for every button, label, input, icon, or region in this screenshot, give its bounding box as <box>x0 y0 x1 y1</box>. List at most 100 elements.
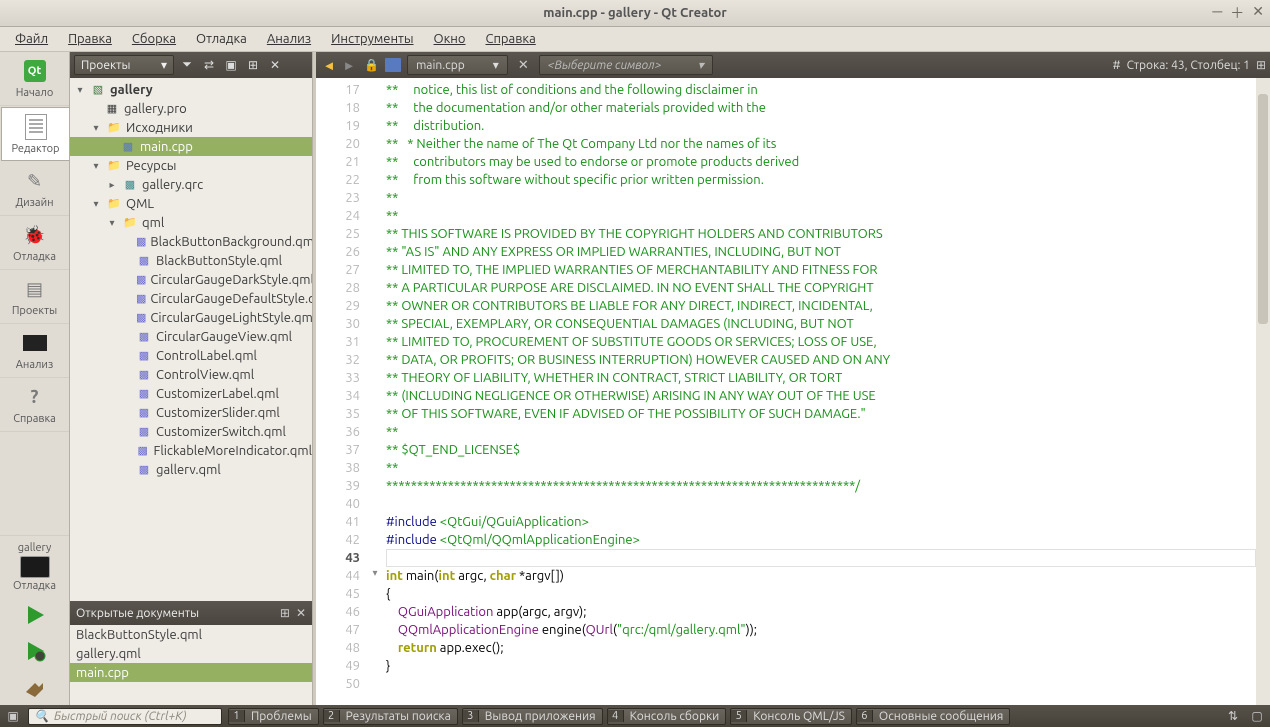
menu-analyze[interactable]: Анализ <box>258 29 320 49</box>
hash-icon[interactable]: # <box>1113 59 1121 72</box>
mode-start[interactable]: QtНачало <box>0 52 69 106</box>
target-selector[interactable]: gallery Отладка <box>0 535 69 597</box>
close-icon[interactable]: ✕ <box>296 606 306 620</box>
tree-qml-folder[interactable]: ▾📁qml <box>70 213 312 232</box>
tree-qml-file[interactable]: ▩CustomizerSwitch.qml <box>70 422 312 441</box>
tree-qml-file[interactable]: ▩ControlView.qml <box>70 365 312 384</box>
project-tree[interactable]: ▾▧gallery ▦gallery.pro ▾📁Исходники ▩main… <box>70 78 312 601</box>
open-docs-list[interactable]: BlackButtonStyle.qml gallery.qml main.cp… <box>70 625 312 705</box>
menu-debug[interactable]: Отладка <box>187 29 256 49</box>
menu-build[interactable]: Сборка <box>123 29 185 49</box>
tree-qml-file[interactable]: ▩BlackButtonBackground.qml <box>70 232 312 251</box>
side-toolbar: Проекты▾ ⏷ ⇄ ▣ ⊞ ✕ <box>70 52 312 78</box>
output-pane-4[interactable]: 4Консоль сборки <box>607 708 727 725</box>
lock-icon[interactable]: 🔒 <box>364 58 379 72</box>
maximize-icon[interactable]: ＋ <box>1230 3 1244 23</box>
split-icon[interactable]: ⊞ <box>280 606 290 620</box>
qml-icon: ▩ <box>136 463 152 477</box>
file-combo[interactable]: main.cpp▾ <box>407 55 508 75</box>
line-numbers: 1718192021222324252627282930313233343536… <box>316 78 368 705</box>
mode-design[interactable]: ✎Дизайн <box>0 162 69 216</box>
build-button[interactable] <box>0 669 69 705</box>
qt-icon: Qt <box>24 60 46 82</box>
editor-close-icon[interactable]: ✕ <box>514 58 533 73</box>
close-panel-icon[interactable]: ✕ <box>266 56 284 74</box>
qml-icon: ▩ <box>136 406 152 420</box>
mode-debug[interactable]: 🐞Отладка <box>0 216 69 270</box>
locator-input[interactable]: 🔍Быстрый поиск (Ctrl+K) <box>28 708 222 725</box>
design-icon: ✎ <box>22 168 48 194</box>
tree-main-cpp[interactable]: ▩main.cpp <box>70 137 312 156</box>
tree-qml-file[interactable]: ▩BlackButtonStyle.qml <box>70 251 312 270</box>
tree-qml-file[interactable]: ▩CircularGaugeDarkStyle.qml <box>70 270 312 289</box>
chevron-down-icon: ▾ <box>161 58 167 72</box>
open-doc[interactable]: BlackButtonStyle.qml <box>70 625 312 644</box>
menu-window[interactable]: Окно <box>425 29 475 49</box>
menu-help[interactable]: Справка <box>477 29 545 49</box>
qml-icon: ▩ <box>136 368 152 382</box>
editor-scrollbar[interactable] <box>1256 78 1270 705</box>
tree-qml-file[interactable]: ▩CircularGaugeLightStyle.qml <box>70 308 312 327</box>
output-updown-icon[interactable]: ⇅ <box>1224 708 1242 724</box>
minimize-icon[interactable]: ─ <box>1212 3 1222 23</box>
project-icon: ▧ <box>90 83 106 97</box>
mode-help[interactable]: ?Справка <box>0 378 69 432</box>
open-doc[interactable]: gallery.qml <box>70 644 312 663</box>
toggle-sidebar-icon[interactable]: ▣ <box>4 708 22 724</box>
mode-editor[interactable]: Редактор <box>1 107 69 161</box>
split-editor-icon[interactable]: ⊞ <box>1256 58 1266 72</box>
output-pane-5[interactable]: 5Консоль QML/JS <box>730 708 852 725</box>
code-editor[interactable]: 1718192021222324252627282930313233343536… <box>316 78 1270 705</box>
tree-qml-file[interactable]: ▩FlickableMoreIndicator.qml <box>70 441 312 460</box>
sync-icon[interactable]: ⇄ <box>200 56 218 74</box>
menu-tools[interactable]: Инструменты <box>322 29 422 49</box>
view-combo[interactable]: Проекты▾ <box>74 55 174 75</box>
search-icon: 🔍 <box>34 709 49 723</box>
output-pane-6[interactable]: 6Основные сообщения <box>856 708 1010 725</box>
cursor-position[interactable]: Строка: 43, Столбец: 1 <box>1127 59 1250 72</box>
bug-icon: 🐞 <box>22 222 48 248</box>
nav-back-icon[interactable]: ◄ <box>320 56 338 74</box>
filter-icon[interactable]: ⏷ <box>178 56 196 74</box>
output-pane-1[interactable]: 1Проблемы <box>228 708 319 725</box>
run-button[interactable] <box>0 597 69 633</box>
menu-file[interactable]: Файл <box>6 29 57 49</box>
tree-qml-file[interactable]: ▩CircularGaugeView.qml <box>70 327 312 346</box>
tree-qml-file[interactable]: ▩gallerv.qml <box>70 460 312 479</box>
mode-projects[interactable]: ▤Проекты <box>0 270 69 324</box>
output-pane-3[interactable]: 3Вывод приложения <box>462 708 603 725</box>
nav-fwd-icon[interactable]: ► <box>340 56 358 74</box>
tree-pro-file[interactable]: ▦gallery.pro <box>70 99 312 118</box>
folder-icon: 📁 <box>106 159 122 173</box>
scroll-thumb[interactable] <box>1258 94 1268 324</box>
output-pane-2[interactable]: 2Результаты поиска <box>323 708 458 725</box>
open-doc[interactable]: main.cpp <box>70 663 312 682</box>
split-icon[interactable]: ⊞ <box>244 56 262 74</box>
run-debug-button[interactable] <box>0 633 69 669</box>
menu-edit[interactable]: Правка <box>59 29 121 49</box>
tree-qml-file[interactable]: ▩CustomizerLabel.qml <box>70 384 312 403</box>
tree-qml-group[interactable]: ▾📁QML <box>70 194 312 213</box>
qml-icon: ▩ <box>136 444 150 458</box>
collapse-icon[interactable]: ▣ <box>222 56 240 74</box>
code-text[interactable]: ** notice, this list of conditions and t… <box>382 78 1256 705</box>
window-title-bar: main.cpp - gallery - Qt Creator ─ ＋ ✕ <box>0 0 1270 27</box>
mode-analyze[interactable]: Анализ <box>0 324 69 378</box>
open-docs-bar: Открытые документы ⊞✕ <box>70 601 312 625</box>
tree-sources[interactable]: ▾📁Исходники <box>70 118 312 137</box>
folder-icon: 📁 <box>106 197 122 211</box>
qml-icon: ▩ <box>136 349 152 363</box>
output-close-icon[interactable]: ▢ <box>1248 708 1266 724</box>
tree-qrc[interactable]: ▸▩gallery.qrc <box>70 175 312 194</box>
monitor-icon <box>20 556 50 578</box>
qml-icon: ▩ <box>136 330 152 344</box>
symbol-combo[interactable]: <Выберите символ> ▾ <box>539 55 713 75</box>
tree-project[interactable]: ▾▧gallery <box>70 80 312 99</box>
tree-qml-file[interactable]: ▩CircularGaugeDefaultStyle.qml <box>70 289 312 308</box>
close-icon[interactable]: ✕ <box>1252 3 1264 23</box>
tree-resources[interactable]: ▾📁Ресурсы <box>70 156 312 175</box>
tree-qml-file[interactable]: ▩CustomizerSlider.qml <box>70 403 312 422</box>
fold-column[interactable]: ▾ <box>368 78 382 705</box>
qrc-icon: ▩ <box>122 178 138 192</box>
tree-qml-file[interactable]: ▩ControlLabel.qml <box>70 346 312 365</box>
